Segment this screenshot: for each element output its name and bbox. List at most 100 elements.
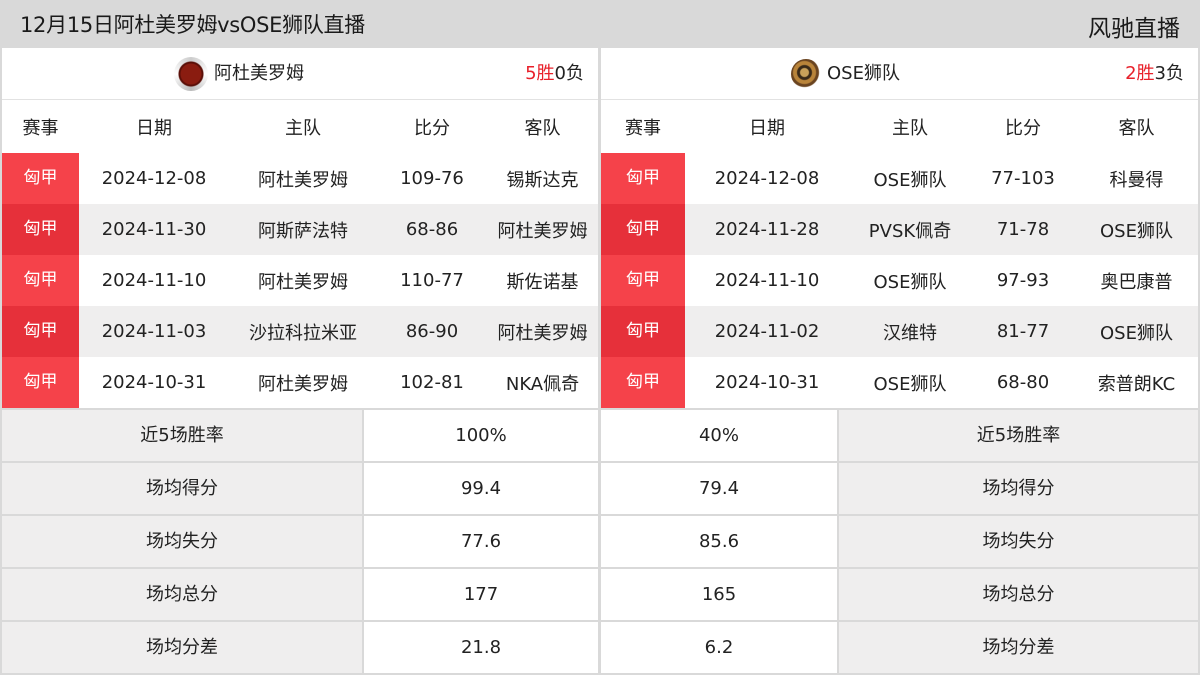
match-away-team[interactable]: 科曼得 (1075, 166, 1198, 192)
match-date: 2024-11-10 (101, 270, 207, 291)
away-team-header: OSE狮队 2胜3负 (601, 48, 1198, 100)
stat-label-home: 场均分差 (2, 622, 362, 673)
league-badge: 匈甲 (601, 255, 685, 306)
stat-label-away: 场均分差 (839, 622, 1198, 673)
match-home-team[interactable]: PVSK佩奇 (849, 217, 971, 243)
match-row[interactable]: 匈甲 2024-11-02 汉维特 81-77 OSE狮队 (601, 306, 1198, 357)
match-home-team[interactable]: 阿杜美罗姆 (229, 166, 377, 192)
match-away-team[interactable]: OSE狮队 (1075, 319, 1198, 345)
match-date: 2024-10-31 (101, 372, 207, 393)
match-row[interactable]: 匈甲 2024-11-10 阿杜美罗姆 110-77 斯佐诺基 (2, 255, 598, 306)
match-score: 71-78 (996, 219, 1050, 240)
match-row[interactable]: 匈甲 2024-11-03 沙拉科拉米亚 86-90 阿杜美罗姆 (2, 306, 598, 357)
match-away-team[interactable]: 阿杜美罗姆 (487, 319, 598, 345)
team-logo-icon (174, 57, 208, 91)
col-league: 赛事 (22, 117, 59, 139)
stat-label-away: 场均失分 (839, 516, 1198, 567)
stat-value-away: 79.4 (601, 463, 837, 514)
match-home-team[interactable]: 阿杜美罗姆 (229, 370, 377, 396)
away-team-name[interactable]: OSE狮队 (827, 48, 900, 100)
match-date: 2024-12-08 (714, 168, 820, 189)
match-home-team[interactable]: 汉维特 (849, 319, 971, 345)
league-badge: 匈甲 (601, 357, 685, 408)
col-date: 日期 (136, 117, 172, 139)
stat-label-away: 场均总分 (839, 569, 1198, 620)
home-team-header: 阿杜美罗姆 5胜0负 (2, 48, 598, 100)
match-score: 110-77 (400, 270, 464, 291)
stats-comparison: 近5场胜率 100% 40% 近5场胜率 场均得分 99.4 79.4 场均得分 场均失分 77.… (0, 408, 1200, 675)
match-score: 97-93 (996, 270, 1050, 291)
match-date: 2024-11-02 (714, 321, 820, 342)
stat-value-away: 85.6 (601, 516, 837, 567)
league-badge: 匈甲 (601, 153, 685, 204)
col-away: 客队 (1118, 117, 1155, 139)
match-row[interactable]: 匈甲 2024-12-08 阿杜美罗姆 109-76 锡斯达克 (2, 153, 598, 204)
match-date: 2024-11-03 (101, 321, 207, 342)
match-away-team[interactable]: NKA佩奇 (487, 370, 598, 396)
match-row[interactable]: 匈甲 2024-11-30 阿斯萨法特 68-86 阿杜美罗姆 (2, 204, 598, 255)
away-team-panel: OSE狮队 2胜3负 赛事 日期 主队 比分 客队 匈甲 2024-12-08 OS… (601, 48, 1198, 408)
match-home-team[interactable]: OSE狮队 (849, 370, 971, 396)
stat-value-home: 100% (364, 410, 598, 461)
stat-row: 近5场胜率 100% 40% 近5场胜率 (0, 410, 1200, 461)
stat-row: 场均总分 177 165 场均总分 (0, 569, 1200, 620)
home-team-panel: 阿杜美罗姆 5胜0负 赛事 日期 主队 比分 客队 匈甲 2024-12-08 阿杜… (2, 48, 598, 408)
match-row[interactable]: 匈甲 2024-11-10 OSE狮队 97-93 奥巴康普 (601, 255, 1198, 306)
col-league: 赛事 (625, 117, 661, 139)
league-badge: 匈甲 (601, 204, 685, 255)
brand-name: 风驰直播 (1088, 16, 1180, 42)
home-team-record: 5胜0负 (525, 63, 584, 84)
stat-label-away: 场均得分 (839, 463, 1198, 514)
match-row[interactable]: 匈甲 2024-12-08 OSE狮队 77-103 科曼得 (601, 153, 1198, 204)
match-home-team[interactable]: 阿斯萨法特 (229, 217, 377, 243)
col-score: 比分 (1005, 117, 1041, 139)
stat-label-away: 近5场胜率 (839, 410, 1198, 461)
match-date: 2024-11-10 (714, 270, 820, 291)
match-away-team[interactable]: 阿杜美罗姆 (487, 217, 598, 243)
stat-value-home: 177 (364, 569, 598, 620)
league-badge: 匈甲 (2, 357, 79, 408)
match-score: 68-86 (405, 219, 459, 240)
match-away-team[interactable]: 锡斯达克 (487, 166, 598, 192)
stat-value-home: 99.4 (364, 463, 598, 514)
match-score: 81-77 (996, 321, 1050, 342)
match-home-team[interactable]: 阿杜美罗姆 (229, 268, 377, 294)
league-badge: 匈甲 (601, 306, 685, 357)
col-date: 日期 (749, 117, 785, 139)
away-team-record: 2胜3负 (1125, 63, 1184, 84)
match-score: 86-90 (405, 321, 459, 342)
stat-value-away: 40% (601, 410, 837, 461)
stat-label-home: 场均总分 (2, 569, 362, 620)
column-headers: 赛事 日期 主队 比分 客队 (601, 100, 1198, 153)
league-badge: 匈甲 (2, 153, 79, 204)
match-score: 109-76 (400, 168, 464, 189)
match-away-team[interactable]: OSE狮队 (1075, 217, 1198, 243)
match-score: 77-103 (991, 168, 1055, 189)
match-away-team[interactable]: 斯佐诺基 (487, 268, 598, 294)
col-home: 主队 (892, 117, 928, 139)
stat-row: 场均失分 77.6 85.6 场均失分 (0, 516, 1200, 567)
match-away-team[interactable]: 奥巴康普 (1075, 268, 1198, 294)
league-badge: 匈甲 (2, 255, 79, 306)
stat-label-home: 场均失分 (2, 516, 362, 567)
match-row[interactable]: 匈甲 2024-10-31 OSE狮队 68-80 索普朗KC (601, 357, 1198, 408)
match-home-team[interactable]: OSE狮队 (849, 268, 971, 294)
match-away-team[interactable]: 索普朗KC (1075, 370, 1198, 396)
match-home-team[interactable]: OSE狮队 (849, 166, 971, 192)
stat-row: 场均得分 99.4 79.4 场均得分 (0, 463, 1200, 514)
stat-label-home: 场均得分 (2, 463, 362, 514)
top-bar: 12月15日阿杜美罗姆vsOSE狮队直播 风驰直播 (0, 0, 1200, 48)
stat-value-away: 165 (601, 569, 837, 620)
match-date: 2024-11-28 (714, 219, 820, 240)
col-home: 主队 (285, 117, 321, 139)
stat-value-home: 21.8 (364, 622, 598, 673)
league-badge: 匈甲 (2, 306, 79, 357)
match-home-team[interactable]: 沙拉科拉米亚 (229, 319, 377, 345)
match-score: 102-81 (400, 372, 464, 393)
stat-value-away: 6.2 (601, 622, 837, 673)
column-headers: 赛事 日期 主队 比分 客队 (2, 100, 598, 153)
match-row[interactable]: 匈甲 2024-11-28 PVSK佩奇 71-78 OSE狮队 (601, 204, 1198, 255)
home-team-name[interactable]: 阿杜美罗姆 (214, 48, 304, 100)
match-row[interactable]: 匈甲 2024-10-31 阿杜美罗姆 102-81 NKA佩奇 (2, 357, 598, 408)
league-badge: 匈甲 (2, 204, 79, 255)
